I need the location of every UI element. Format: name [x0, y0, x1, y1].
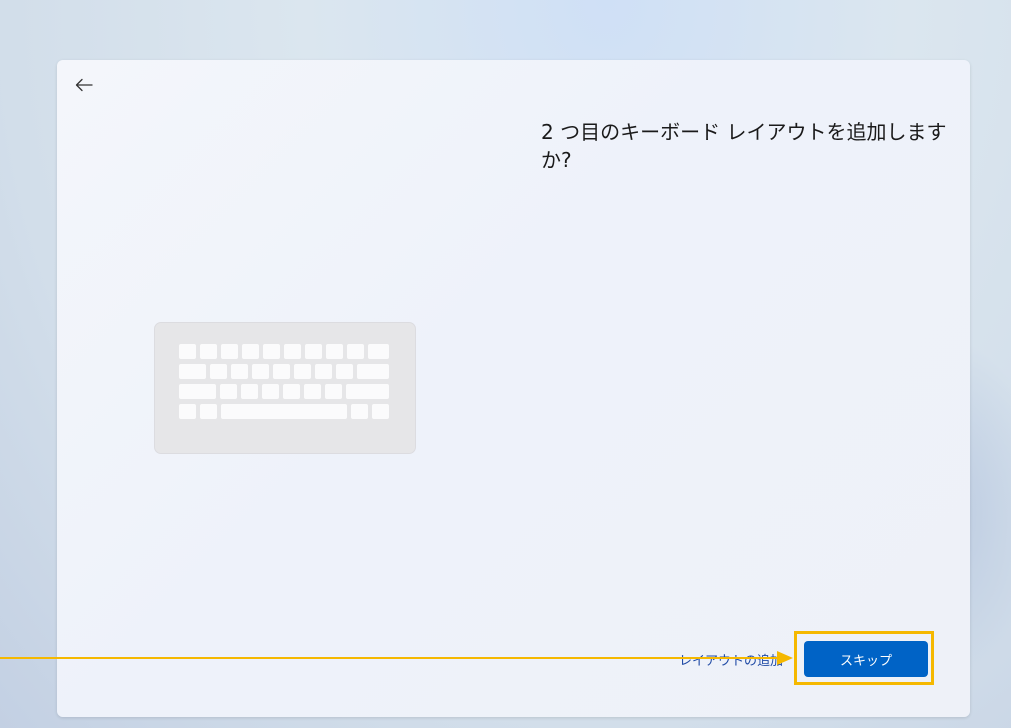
page-title: 2 つ目のキーボード レイアウトを追加しますか? [541, 120, 947, 172]
back-button[interactable] [71, 74, 97, 96]
keyboard-icon [154, 322, 416, 454]
arrow-left-icon [75, 78, 93, 92]
annotation-arrow-head [777, 651, 793, 665]
annotation-arrow-line [0, 657, 779, 659]
skip-button[interactable]: スキップ [804, 641, 928, 677]
add-layout-link[interactable]: レイアウトの追加 [679, 650, 783, 669]
